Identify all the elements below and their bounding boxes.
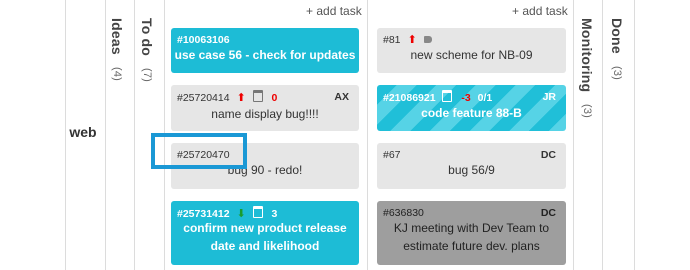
task-id: #81	[383, 34, 401, 46]
add-task-link[interactable]: + add task	[306, 4, 362, 18]
column-divider	[634, 0, 635, 270]
priority-up-icon: ⬆	[407, 34, 417, 46]
column-count: (4)	[111, 66, 123, 81]
task-id: #25720414	[177, 92, 230, 104]
column-divider	[602, 0, 603, 270]
calendar-icon	[442, 90, 454, 104]
column-count: (7)	[141, 68, 153, 83]
column-title: Done	[609, 18, 625, 54]
column-divider	[367, 0, 368, 270]
column-title: Monitoring	[579, 18, 595, 93]
due-days: -3	[461, 92, 471, 104]
task-card[interactable]: #636830 DC KJ meeting with Dev Team to e…	[377, 201, 566, 265]
assignee-initials: DC	[540, 149, 556, 161]
task-card[interactable]: #81 ⬆ new scheme for NB-09	[377, 28, 566, 73]
task-id: #21086921	[383, 92, 436, 104]
task-title: new scheme for NB-09	[410, 48, 533, 62]
task-card[interactable]: #21086921 -3 0/1 JR code feature 88-B	[377, 85, 566, 131]
task-card[interactable]: #67 DC bug 56/9	[377, 143, 566, 189]
due-days: 0	[271, 92, 278, 104]
task-title-line2: estimate future dev. plans	[403, 239, 540, 253]
column-count: (3)	[611, 65, 623, 80]
task-title-line2: date and likelihood	[210, 239, 320, 253]
task-title: confirm new product release	[183, 221, 347, 235]
priority-up-icon: ⬆	[236, 92, 246, 104]
column-count: (3)	[581, 104, 593, 119]
assignee-initials: JR	[542, 91, 556, 103]
column-header-monitoring[interactable]: Monitoring (3)	[579, 18, 595, 118]
task-title: code feature 88-B	[421, 106, 522, 120]
task-id: #10063106	[177, 34, 230, 46]
selection-highlight	[151, 133, 247, 169]
add-task-link[interactable]: + add task	[512, 4, 568, 18]
swimlane-label: web	[69, 124, 97, 140]
tag-icon	[423, 34, 432, 46]
column-title: To do	[139, 18, 155, 57]
assignee-initials: AX	[334, 91, 349, 103]
task-title: use case 56 - check for updates	[174, 48, 356, 62]
column-header-ideas[interactable]: Ideas (4)	[109, 18, 125, 81]
task-card[interactable]: #25731412 ⬇ 3 confirm new product releas…	[171, 201, 359, 265]
task-id: #636830	[383, 207, 424, 219]
column-header-done[interactable]: Done (3)	[609, 18, 625, 80]
column-divider	[134, 0, 135, 270]
subtask-progress: 0/1	[477, 92, 493, 104]
task-title: bug 56/9	[448, 163, 495, 177]
task-title: name display bug!!!!	[211, 107, 319, 121]
column-title: Ideas	[109, 18, 125, 55]
assignee-initials: DC	[540, 207, 556, 219]
task-card[interactable]: #25720414 ⬆ 0 AX name display bug!!!!	[171, 85, 359, 131]
column-header-todo[interactable]: To do (7)	[139, 18, 155, 82]
task-title: KJ meeting with Dev Team to	[393, 221, 550, 235]
task-card[interactable]: #10063106 use case 56 - check for update…	[171, 28, 359, 73]
calendar-icon	[252, 90, 265, 104]
column-divider	[573, 0, 574, 270]
task-id: #67	[383, 149, 401, 161]
